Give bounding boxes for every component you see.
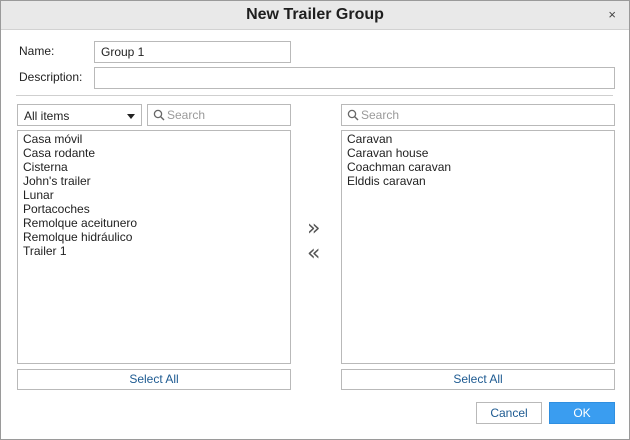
ok-button[interactable]: OK [549, 402, 615, 424]
right-search-box[interactable] [341, 104, 615, 126]
search-icon [153, 109, 165, 121]
name-field[interactable] [94, 41, 291, 63]
dialog-title: New Trailer Group [246, 6, 384, 23]
list-item[interactable]: Caravan [342, 132, 614, 146]
available-items-list[interactable]: Casa móvil Casa rodante Cisterna John's tra… [17, 130, 291, 364]
right-search-input[interactable] [361, 107, 609, 123]
list-item[interactable]: Elddis caravan [342, 174, 614, 188]
add-selected-icon[interactable]: » [307, 218, 320, 240]
new-trailer-group-dialog: New Trailer Group × Name: Description: A… [0, 0, 630, 440]
list-item[interactable]: Lunar [18, 188, 290, 202]
left-search-box[interactable] [147, 104, 291, 126]
left-select-all-button[interactable]: Select All [17, 369, 291, 390]
list-item[interactable]: Caravan house [342, 146, 614, 160]
name-label: Name: [19, 44, 55, 58]
cancel-button[interactable]: Cancel [476, 402, 542, 424]
group-items-list[interactable]: Caravan Caravan house Coachman caravan Eldd… [341, 130, 615, 364]
list-item[interactable]: Remolque aceitunero [18, 216, 290, 230]
description-field[interactable] [94, 67, 615, 89]
description-label: Description: [19, 70, 83, 84]
list-item[interactable]: Remolque hidráulico [18, 230, 290, 244]
list-item[interactable]: Cisterna [18, 160, 290, 174]
chevron-down-icon [127, 114, 135, 119]
filter-selected-value: All items [24, 109, 70, 123]
divider [16, 95, 613, 96]
list-item[interactable]: Trailer 1 [18, 244, 290, 258]
remove-selected-icon[interactable]: « [307, 243, 320, 265]
list-item[interactable]: John's trailer [18, 174, 290, 188]
list-item[interactable]: Casa rodante [18, 146, 290, 160]
title-bar[interactable]: New Trailer Group × [1, 1, 629, 30]
close-icon[interactable]: × [608, 7, 616, 22]
left-search-input[interactable] [167, 107, 285, 123]
list-item[interactable]: Coachman caravan [342, 160, 614, 174]
search-icon [347, 109, 359, 121]
right-select-all-button[interactable]: Select All [341, 369, 615, 390]
list-item[interactable]: Portacoches [18, 202, 290, 216]
filter-dropdown[interactable]: All items [17, 104, 142, 126]
list-item[interactable]: Casa móvil [18, 132, 290, 146]
